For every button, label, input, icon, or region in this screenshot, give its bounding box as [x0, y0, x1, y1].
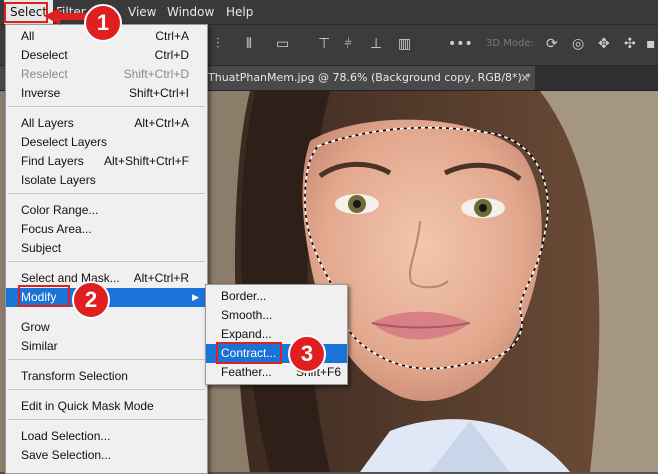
menu-item-shortcut: Alt+Ctrl+R	[133, 271, 189, 285]
menu-item-grow[interactable]: Grow	[6, 318, 207, 337]
menu-item-label: Feather...	[221, 365, 272, 379]
align-middle-icon[interactable]: ⫩	[344, 36, 352, 52]
menu-separator	[8, 193, 205, 194]
menu-item-label: Find Layers	[21, 154, 84, 168]
align-bottom-icon[interactable]: ⊥	[370, 36, 382, 52]
align-right-icon[interactable]: ⫴	[246, 36, 252, 52]
menu-separator	[8, 359, 205, 360]
document-tab-title: ThuatPhanMem.jpg @ 78.6% (Background cop…	[208, 71, 531, 84]
menu-item-label: Load Selection...	[21, 429, 111, 443]
align-center-icon[interactable]: ⫶	[216, 36, 220, 52]
menu-item-label: All	[21, 29, 35, 43]
menu-item-similar[interactable]: Similar	[6, 337, 207, 356]
menu-view[interactable]: View	[122, 0, 162, 24]
menu-item-shortcut: Ctrl+A	[155, 29, 189, 43]
menu-item-all-layers[interactable]: All Layers Alt+Ctrl+A	[6, 114, 207, 133]
select-menu: All Ctrl+A Deselect Ctrl+D Reselect Shift+C…	[5, 24, 208, 474]
callout-box-modify	[18, 285, 70, 307]
3d-mode-label: 3D Mode:	[486, 38, 534, 49]
callout-box-select	[4, 2, 48, 23]
menu-item-save-selection[interactable]: Save Selection...	[6, 446, 207, 465]
menu-item-label: Reselect	[21, 67, 68, 81]
menu-item-find-layers[interactable]: Find Layers Alt+Shift+Ctrl+F	[6, 152, 207, 171]
menu-item-label: Focus Area...	[21, 222, 92, 236]
menu-item-shortcut: Shift+Ctrl+D	[123, 67, 189, 81]
callout-badge-1: 1	[84, 4, 122, 42]
3d-pan-icon[interactable]: ✥	[598, 36, 610, 52]
menu-window[interactable]: Window	[161, 0, 220, 24]
menu-item-label: Similar	[21, 339, 58, 353]
menu-item-focus-area[interactable]: Focus Area...	[6, 220, 207, 239]
menu-item-label: Color Range...	[21, 203, 99, 217]
menu-item-label: Edit in Quick Mask Mode	[21, 399, 154, 413]
callout-badge-2: 2	[72, 281, 110, 319]
callout-box-contract	[216, 342, 282, 364]
menu-item-shortcut: Shift+Ctrl+I	[128, 86, 189, 100]
menu-item-label: Save Selection...	[21, 448, 112, 462]
menu-separator	[8, 389, 205, 390]
close-icon[interactable]: ✕	[520, 66, 530, 90]
menu-item-label: Border...	[221, 289, 267, 303]
modify-submenu: Border... Smooth... Expand... Contract..…	[205, 284, 348, 385]
menu-separator	[8, 419, 205, 420]
3d-slide-icon[interactable]: ✣	[624, 36, 636, 52]
menu-item-deselect[interactable]: Deselect Ctrl+D	[6, 46, 207, 65]
more-options-icon[interactable]: •••	[448, 36, 473, 52]
menu-item-shortcut: Alt+Ctrl+A	[134, 116, 189, 130]
menu-item-label: Transform Selection	[21, 369, 128, 383]
callout-badge-3: 3	[288, 335, 326, 373]
3d-roll-icon[interactable]: ◎	[572, 36, 584, 52]
menu-item-label: Inverse	[21, 86, 61, 100]
submenu-arrow-icon: ▶	[192, 292, 199, 302]
menu-item-label: Deselect Layers	[21, 135, 108, 149]
menu-item-border[interactable]: Border...	[206, 287, 347, 306]
menu-item-smooth[interactable]: Smooth...	[206, 306, 347, 325]
menu-item-inverse[interactable]: Inverse Shift+Ctrl+I	[6, 84, 207, 103]
menu-item-load-selection[interactable]: Load Selection...	[6, 427, 207, 446]
menu-separator	[8, 261, 205, 262]
menu-separator	[8, 106, 205, 107]
menu-item-label: Grow	[21, 320, 50, 334]
menu-item-feather[interactable]: Feather... Shift+F6	[206, 363, 347, 382]
menu-item-subject[interactable]: Subject	[6, 239, 207, 258]
menu-help[interactable]: Help	[220, 0, 259, 24]
3d-orbit-icon[interactable]: ⟳	[546, 36, 558, 52]
3d-scale-icon[interactable]: ▪	[646, 36, 656, 52]
menu-item-color-range[interactable]: Color Range...	[6, 201, 207, 220]
align-top-icon[interactable]: ⊤	[318, 36, 330, 52]
distribute-icon[interactable]: ▥	[398, 36, 411, 52]
menu-item-label: Subject	[21, 241, 62, 255]
menu-item-label: Smooth...	[221, 308, 273, 322]
menu-item-deselect-layers[interactable]: Deselect Layers	[6, 133, 207, 152]
menu-item-label: Deselect	[21, 48, 68, 62]
menu-item-shortcut: Ctrl+D	[154, 48, 189, 62]
menu-item-label: All Layers	[21, 116, 74, 130]
menu-item-shortcut: Alt+Shift+Ctrl+F	[103, 154, 189, 168]
menu-item-quick-mask[interactable]: Edit in Quick Mask Mode	[6, 397, 207, 416]
menu-item-reselect: Reselect Shift+Ctrl+D	[6, 65, 207, 84]
align-distribute-icon[interactable]: ▭	[276, 36, 289, 52]
menu-item-label: Isolate Layers	[21, 173, 96, 187]
menu-item-isolate-layers[interactable]: Isolate Layers	[6, 171, 207, 190]
menu-item-transform-selection[interactable]: Transform Selection	[6, 367, 207, 386]
